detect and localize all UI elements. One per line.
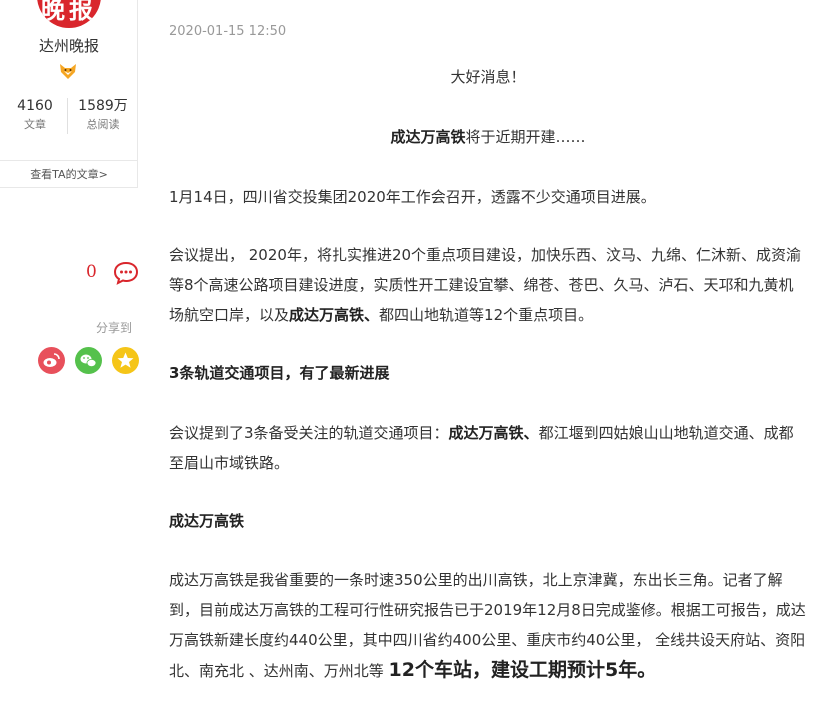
section-heading-rail: 3条轨道交通项目，有了最新进展 bbox=[169, 358, 807, 388]
stat-articles-label: 文章 bbox=[24, 118, 46, 131]
fox-badge-icon bbox=[60, 64, 76, 79]
favorite-icon[interactable] bbox=[112, 347, 139, 374]
projects-text-bold: 成达万高铁、 bbox=[289, 306, 380, 324]
weibo-icon[interactable] bbox=[38, 347, 65, 374]
publish-date: 2020-01-15 12:50 bbox=[169, 24, 287, 39]
rail-text-bold: 成达万高铁、 bbox=[448, 424, 539, 442]
heading-chengdawan-text: 成达万高铁 bbox=[169, 512, 245, 530]
comment-icon[interactable] bbox=[113, 261, 139, 285]
stat-divider bbox=[67, 98, 68, 134]
intro-text: 大好消息！ bbox=[450, 68, 526, 86]
avatar[interactable]: 晚报 bbox=[37, 0, 101, 28]
stat-articles-value: 4160 bbox=[17, 98, 53, 114]
projects-text-c: 都四山地轨道等12个重点项目。 bbox=[379, 306, 594, 324]
card-divider bbox=[0, 160, 137, 161]
rail-text-a: 会议提到了3条备受关注的轨道交通项目： bbox=[169, 424, 449, 442]
stat-reads-label: 总阅读 bbox=[86, 118, 120, 131]
stat-reads: 1589万 总阅读 bbox=[72, 96, 134, 134]
wechat-icon[interactable] bbox=[75, 347, 102, 374]
author-stats: 4160 文章 1589万 总阅读 bbox=[0, 96, 138, 136]
announcement-bold: 成达万高铁 bbox=[390, 128, 466, 146]
view-author-articles-link[interactable]: 查看TA的文章> bbox=[0, 166, 138, 182]
comment-count[interactable]: 0 bbox=[86, 262, 97, 282]
announcement-rest: 将于近期开建…… bbox=[465, 128, 586, 146]
chengdawan-stations-highlight: 12个车站，建设工期预计5年。 bbox=[388, 659, 657, 681]
stat-reads-value: 1589万 bbox=[78, 98, 128, 114]
heading-rail-text: 3条轨道交通项目，有了最新进展 bbox=[169, 364, 390, 382]
paragraph-chengdawan: 成达万高铁是我省重要的一条时速350公里的出川高铁，北上京津冀，东出长三角。记者… bbox=[169, 565, 807, 686]
paragraph-announcement: 成达万高铁将于近期开建…… bbox=[169, 122, 807, 152]
article-title-cropped bbox=[168, 0, 768, 4]
meeting-text: 1月14日，四川省交投集团2020年工作会召开，透露不少交通项目进展。 bbox=[169, 188, 656, 206]
paragraph-rail-projects: 会议提到了3条备受关注的轨道交通项目：成达万高铁、都江堰到四姑娘山山地轨道交通、… bbox=[169, 418, 807, 478]
author-card: 晚报 达州晚报 4160 文章 1589万 总阅读 查看TA的文章> bbox=[0, 0, 138, 188]
paragraph-meeting: 1月14日，四川省交投集团2020年工作会召开，透露不少交通项目进展。 bbox=[169, 182, 807, 212]
paragraph-projects: 会议提出， 2020年，将扎实推进20个重点项目建设，加快乐西、汶马、九绵、仁沐… bbox=[169, 240, 807, 330]
stat-articles: 4160 文章 bbox=[8, 96, 62, 134]
share-label: 分享到 bbox=[96, 321, 133, 335]
author-name[interactable]: 达州晚报 bbox=[0, 35, 138, 56]
section-heading-chengdawan: 成达万高铁 bbox=[169, 506, 807, 536]
paragraph-intro: 大好消息！ bbox=[169, 62, 807, 92]
